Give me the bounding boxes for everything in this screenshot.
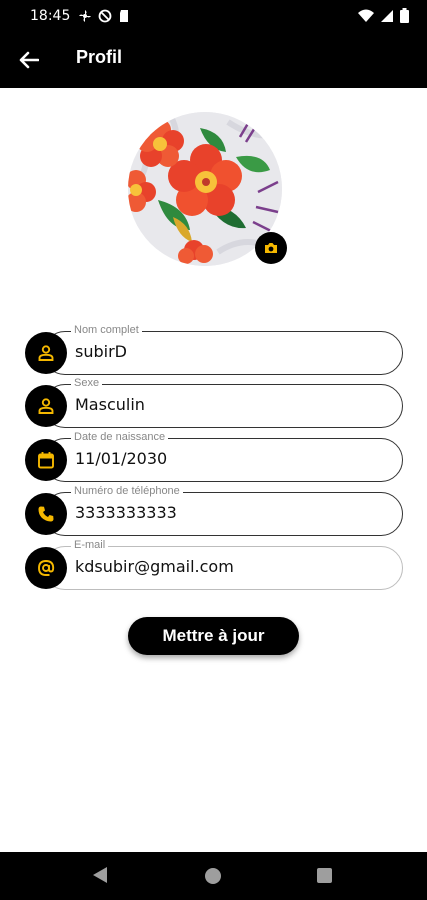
back-button[interactable] bbox=[14, 46, 44, 74]
signal-icon bbox=[381, 9, 393, 22]
birth-date-field[interactable]: Date de naissance 11/01/2030 bbox=[25, 430, 403, 482]
sd-card-icon bbox=[120, 10, 128, 22]
calendar-icon bbox=[25, 439, 67, 481]
fan-icon bbox=[79, 10, 91, 22]
phone-icon bbox=[25, 493, 67, 535]
navigation-bar bbox=[0, 852, 427, 900]
field-label: Sexe bbox=[71, 376, 103, 390]
wifi-icon bbox=[358, 9, 374, 22]
person-icon bbox=[25, 385, 67, 427]
change-photo-button[interactable] bbox=[255, 232, 287, 264]
nav-back-icon[interactable] bbox=[92, 866, 108, 884]
nav-recents-icon[interactable] bbox=[317, 868, 332, 883]
status-notification-icons bbox=[78, 9, 130, 23]
update-button[interactable]: Mettre à jour bbox=[128, 617, 299, 655]
field-label: Numéro de téléphone bbox=[71, 484, 183, 498]
status-bar: 18:45 bbox=[0, 0, 427, 32]
field-value: 3333333333 bbox=[75, 503, 177, 522]
field-label: Date de naissance bbox=[71, 430, 169, 444]
field-value: 11/01/2030 bbox=[75, 449, 168, 468]
full-name-field[interactable]: Nom complet subirD bbox=[25, 323, 403, 375]
battery-icon bbox=[400, 8, 409, 23]
person-icon bbox=[25, 332, 67, 374]
field-value: kdsubir@gmail.com bbox=[75, 557, 234, 576]
nav-home-icon[interactable] bbox=[205, 868, 221, 884]
at-icon bbox=[25, 547, 67, 589]
gender-field[interactable]: Sexe Masculin bbox=[25, 376, 403, 428]
app-bar: Profil bbox=[0, 32, 427, 88]
field-value: subirD bbox=[75, 342, 127, 361]
status-time: 18:45 bbox=[30, 8, 71, 24]
field-value: Masculin bbox=[75, 395, 145, 414]
arrow-left-icon bbox=[19, 51, 39, 69]
field-label: Nom complet bbox=[71, 323, 142, 337]
status-system-icons bbox=[358, 8, 409, 23]
camera-icon bbox=[265, 243, 277, 253]
blocked-icon bbox=[98, 9, 112, 23]
field-label: E-mail bbox=[71, 538, 109, 552]
page-title: Profil bbox=[76, 47, 123, 67]
phone-field[interactable]: Numéro de téléphone 3333333333 bbox=[25, 484, 403, 536]
email-field[interactable]: E-mail kdsubir@gmail.com bbox=[25, 538, 403, 590]
